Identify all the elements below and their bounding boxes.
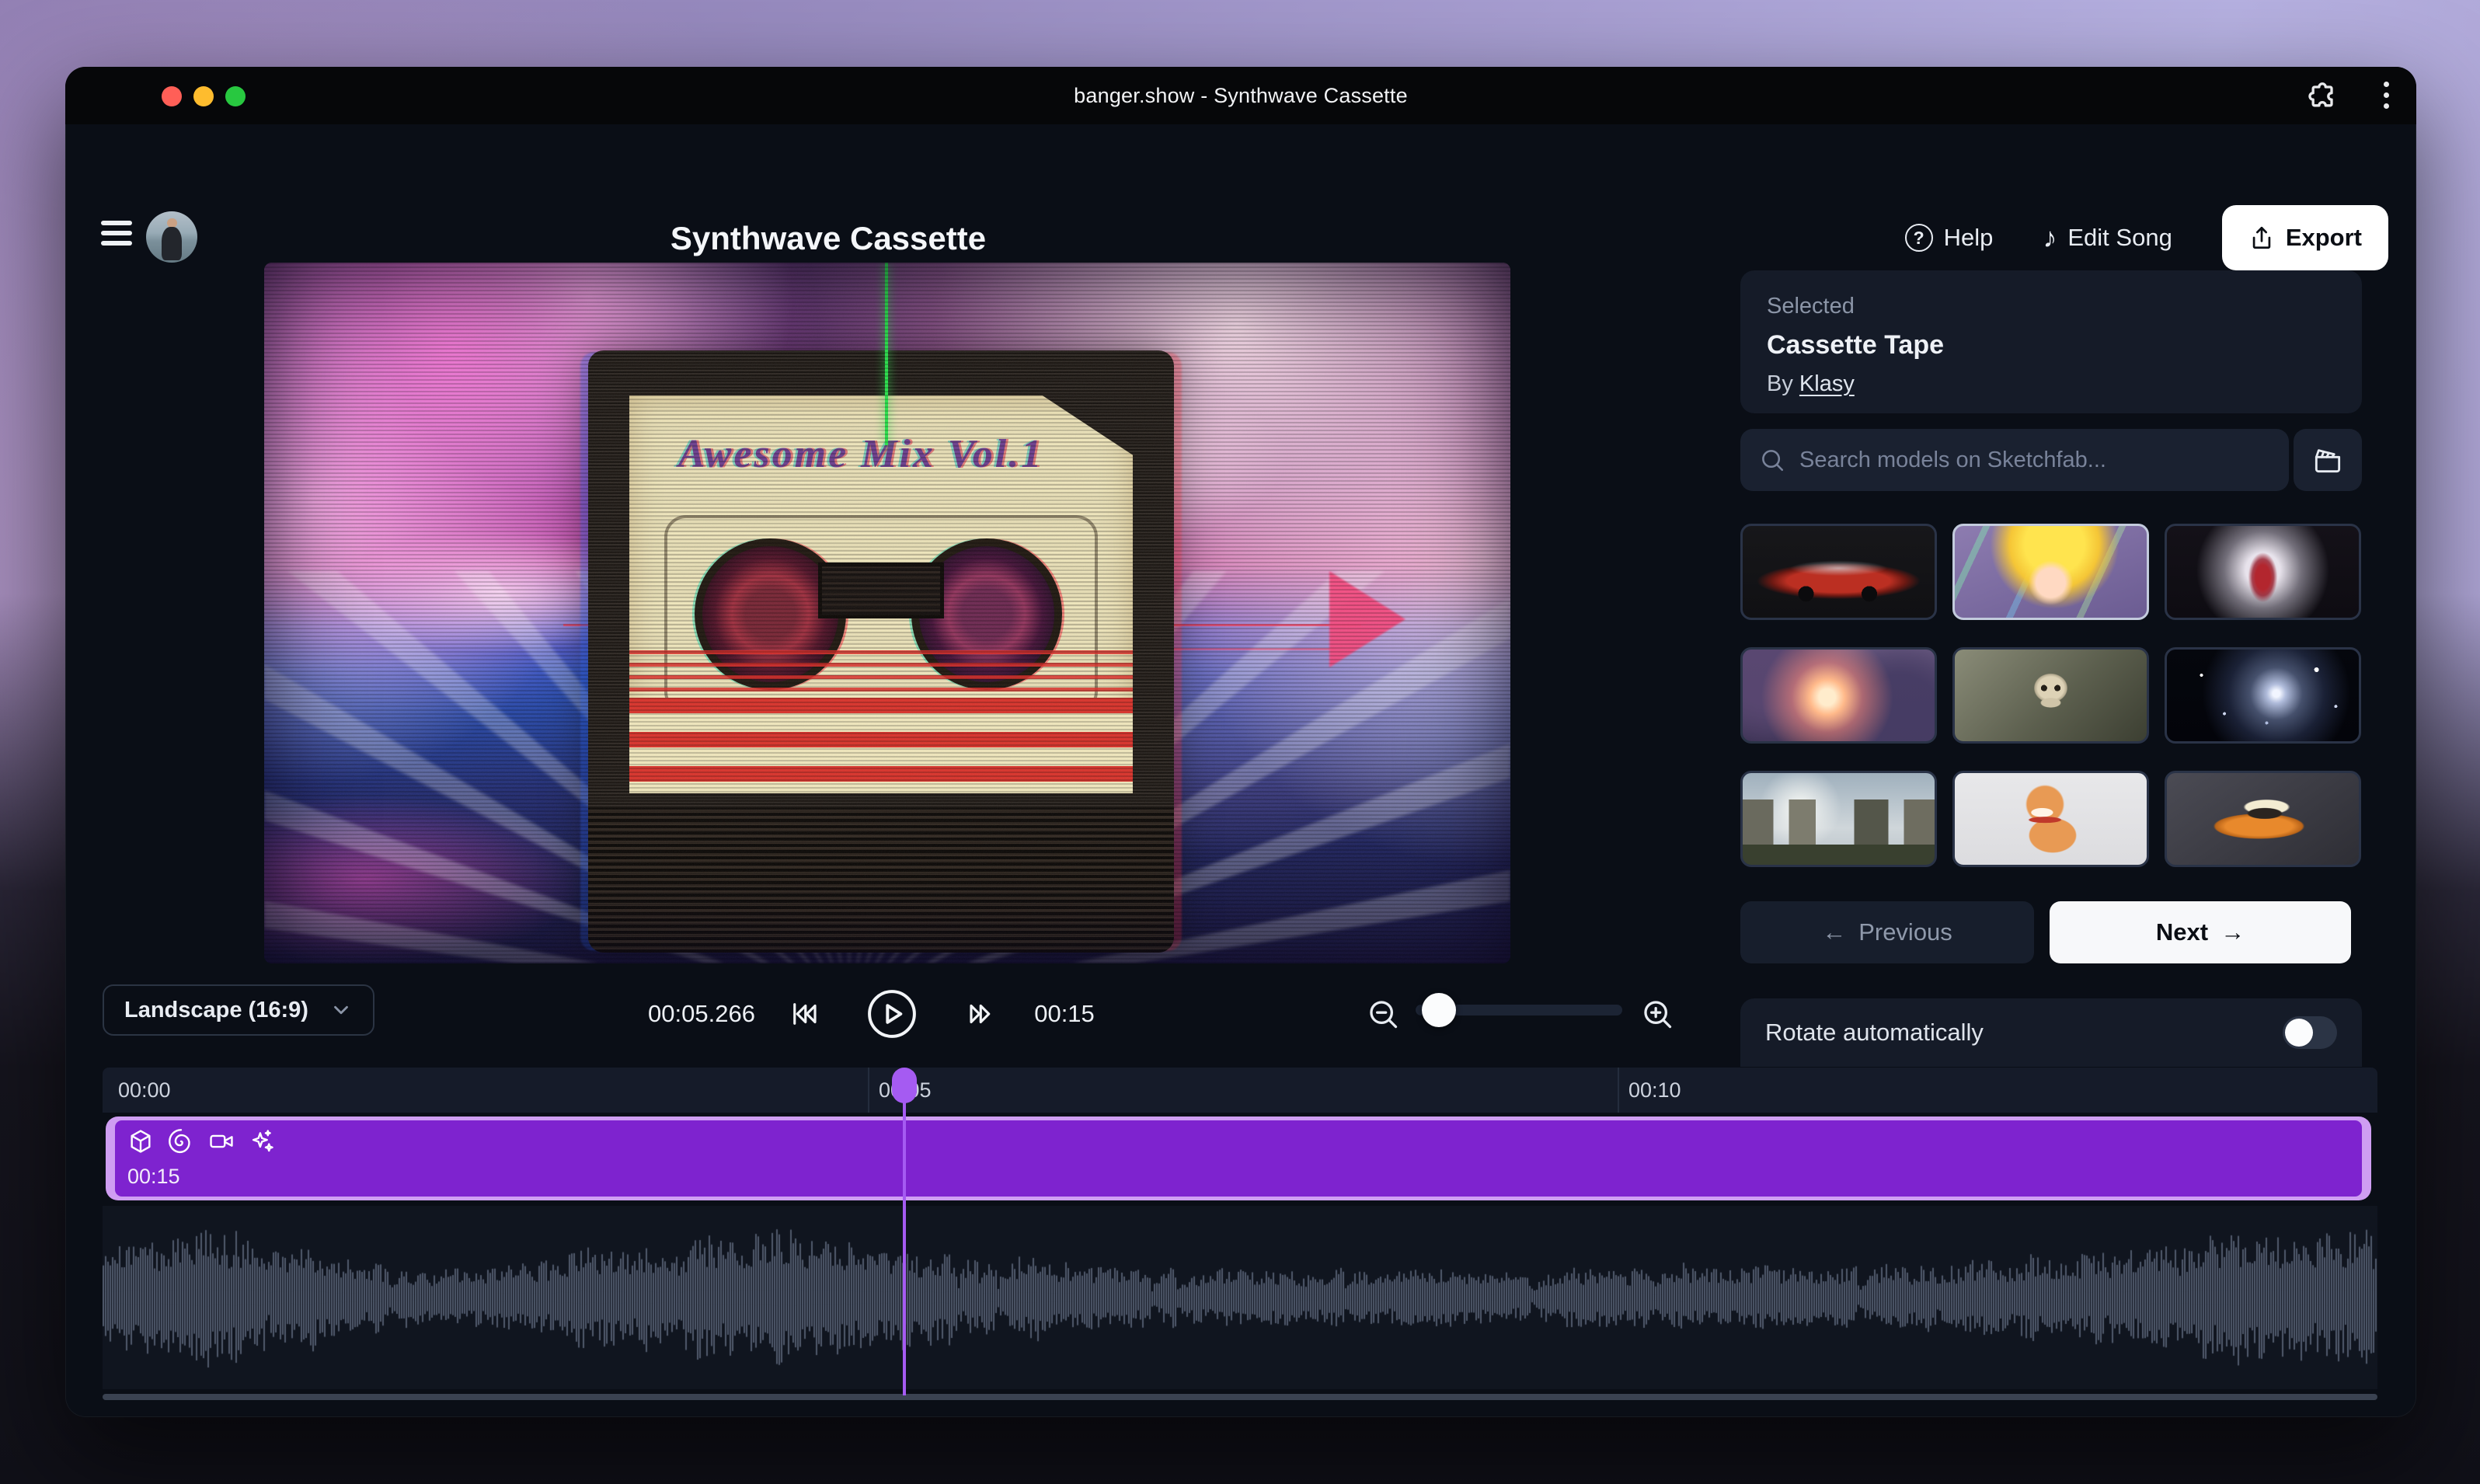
help-label: Help [1944,224,1994,252]
current-time-display: 00:05.266 [648,983,755,1045]
model-search-row [1740,429,2362,491]
chevron-down-icon [329,998,353,1022]
cube-icon [127,1128,154,1155]
thumbnail-galaxy[interactable] [2165,647,2361,744]
avatar[interactable] [146,211,197,263]
window-title: banger.show - Synthwave Cassette [65,67,2416,124]
clapperboard-icon [2312,444,2343,476]
audio-waveform[interactable] [103,1206,2377,1389]
playhead-handle[interactable] [892,1068,917,1103]
search-input[interactable] [1799,448,2270,473]
export-share-icon [2248,225,2275,251]
thumbnail-ruined-city[interactable] [1740,771,1937,867]
vignette-overlay [264,263,1510,963]
hamburger-menu-icon[interactable] [101,221,132,247]
arrow-right-icon: → [2221,918,2245,946]
toggle-knob [2285,1019,2313,1047]
thumbnail-anime-girl[interactable] [1952,524,2149,620]
export-button[interactable]: Export [2222,205,2388,270]
browser-menu-kebab-icon[interactable] [2384,82,2390,113]
music-note-icon: ♪ [2043,221,2057,254]
app-window: banger.show - Synthwave Cassette Synthwa… [65,67,2416,1417]
extensions-puzzle-icon[interactable] [2306,78,2340,113]
aspect-ratio-value: Landscape (16:9) [124,998,308,1023]
sparkles-icon [249,1128,275,1155]
edit-song-button[interactable]: ♪ Edit Song [2043,221,2172,254]
ruler-divider [868,1068,869,1113]
header-actions: ? Help ♪ Edit Song Export [1905,205,2388,270]
clapperboard-button[interactable] [2294,429,2362,491]
aspect-ratio-dropdown[interactable]: Landscape (16:9) [103,984,374,1036]
by-label: By [1767,371,1793,396]
timeline-zoom-slider[interactable] [1416,1005,1622,1015]
thumbnail-vintage-car[interactable] [2165,771,2361,867]
fast-forward-button[interactable] [966,983,998,1045]
selected-model-name: Cassette Tape [1767,330,2335,361]
rotate-automatically-label: Rotate automatically [1765,1019,1984,1047]
arrow-left-icon: ← [1822,918,1846,946]
model-sidebar: Selected Cassette Tape By Klasy [1740,263,2362,1071]
thumbnail-warrior[interactable] [2165,524,2361,620]
video-preview-viewport[interactable]: Awesome Mix Vol.1 [264,263,1510,963]
timeline-clip[interactable]: 00:15 [106,1116,2371,1200]
play-button[interactable] [866,983,918,1045]
spiral-icon [168,1128,194,1155]
thumbnail-skull[interactable] [1952,647,2149,744]
search-icon [1759,447,1785,473]
rotate-setting-card: Rotate automatically [1740,998,2362,1067]
help-button[interactable]: ? Help [1905,224,1994,252]
clip-icons [127,1128,2349,1155]
playhead-line[interactable] [903,1072,906,1395]
zoom-in-icon[interactable] [1640,983,1674,1045]
ruler-tick-label: 00:10 [1628,1078,1681,1103]
selected-model-card: Selected Cassette Tape By Klasy [1740,270,2362,413]
previous-label: Previous [1858,918,1952,946]
timeline-clip-body: 00:15 [115,1120,2362,1197]
rewind-button[interactable] [788,983,820,1045]
video-camera-icon [208,1128,235,1155]
author-link[interactable]: Klasy [1799,371,1855,396]
clip-duration-label: 00:15 [127,1165,2349,1189]
ruler-tick-label: 00:00 [118,1078,171,1103]
timeline-section: 00:00 00:05 00:10 [103,1068,2377,1397]
zoom-out-icon[interactable] [1366,983,1400,1045]
selected-heading: Selected [1767,294,2335,319]
previous-page-button[interactable]: ← Previous [1740,901,2034,963]
model-search-box [1740,429,2289,491]
total-duration-display: 00:15 [1034,983,1095,1045]
timeline-ruler[interactable]: 00:00 00:05 00:10 [103,1068,2377,1113]
export-label: Export [2286,224,2362,252]
edit-song-label: Edit Song [2067,224,2172,252]
next-label: Next [2156,918,2208,946]
next-page-button[interactable]: Next → [2050,901,2351,963]
timeline-scrollbar[interactable] [103,1394,2377,1400]
selected-model-author: By Klasy [1767,371,2335,397]
window-titlebar: banger.show - Synthwave Cassette [65,67,2416,124]
thumbnail-sports-car[interactable] [1740,524,1937,620]
thumbnail-shiba-dog[interactable] [1952,771,2149,867]
rotate-automatically-toggle[interactable] [2283,1016,2337,1049]
help-icon: ? [1905,224,1933,252]
page-title: Synthwave Cassette [671,220,986,257]
thumbnail-cloud-temple[interactable] [1740,647,1937,744]
zoom-slider-knob[interactable] [1422,993,1456,1027]
ruler-divider [1618,1068,1619,1113]
